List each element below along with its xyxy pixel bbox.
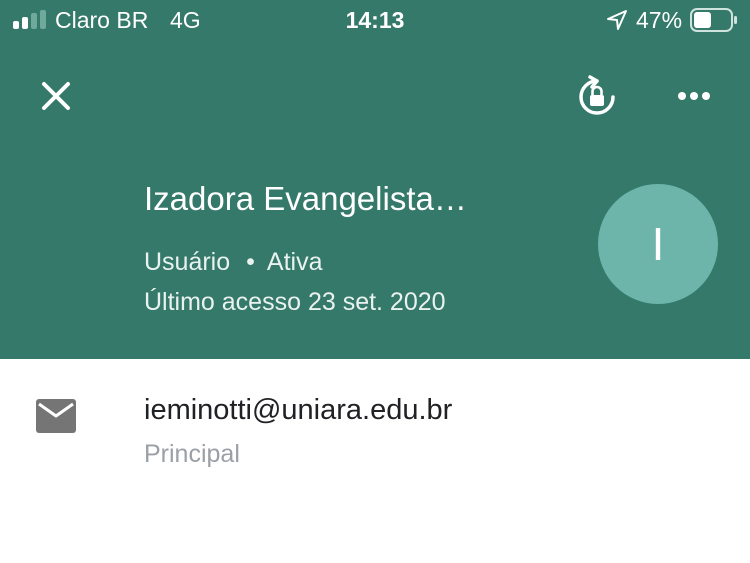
battery-icon bbox=[690, 8, 737, 32]
last-access-text: Último acesso 23 set. 2020 bbox=[144, 288, 446, 316]
email-address[interactable]: ieminotti@uniara.edu.br bbox=[144, 394, 452, 427]
battery-percent: 47% bbox=[636, 7, 683, 33]
user-name: Izadora Evangelista… bbox=[144, 180, 467, 217]
profile-header: Claro BR 4G 14:13 47% Izadora Evangelist… bbox=[0, 0, 750, 359]
location-arrow-icon bbox=[607, 10, 627, 30]
user-role: Usuário bbox=[144, 248, 231, 276]
user-status: Ativa bbox=[266, 248, 323, 276]
user-role-status: Usuário • Ativa bbox=[144, 248, 323, 277]
avatar: I bbox=[598, 184, 718, 304]
mail-icon bbox=[36, 399, 76, 433]
status-bar: Claro BR 4G 14:13 47% bbox=[0, 0, 750, 42]
more-horizontal-icon[interactable] bbox=[670, 80, 718, 112]
lock-reset-icon[interactable] bbox=[574, 74, 620, 120]
close-icon[interactable] bbox=[36, 76, 76, 116]
avatar-initial: I bbox=[651, 218, 665, 270]
separator-dot: • bbox=[246, 248, 255, 276]
email-type-label: Principal bbox=[144, 440, 240, 468]
